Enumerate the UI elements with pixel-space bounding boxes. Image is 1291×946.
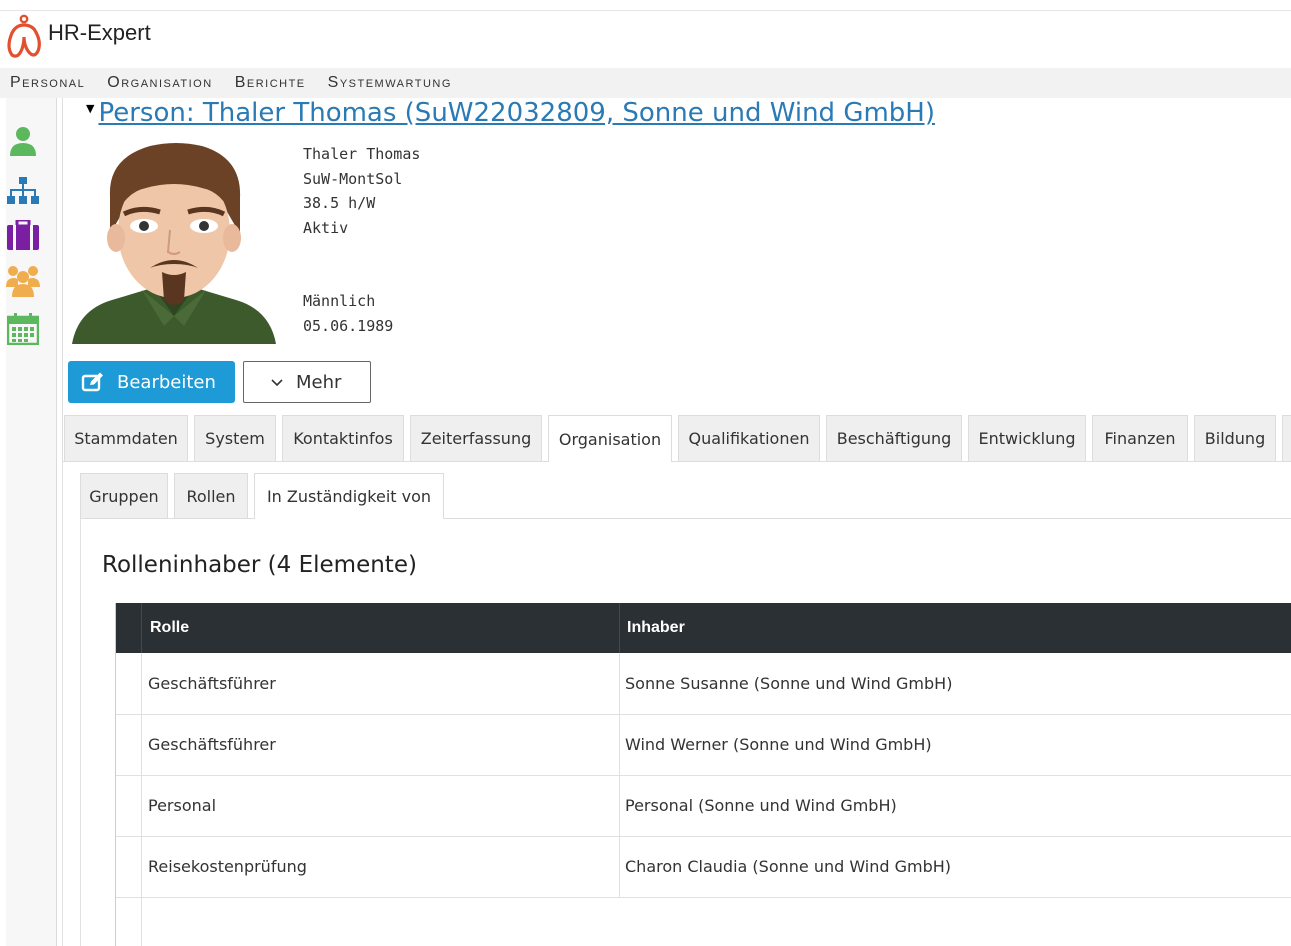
menu-personal[interactable]: Personal — [10, 74, 85, 92]
org-chart-icon[interactable] — [6, 174, 40, 208]
header-separator — [619, 603, 620, 653]
cell-rolle: Reisekostenprüfung — [148, 857, 307, 876]
tab-qualifikationen[interactable]: Qualifikationen — [678, 415, 820, 461]
page-title: ▼ Person: Thaler Thomas (SuW22032809, Son… — [86, 98, 935, 128]
cell-inhaber: Wind Werner (Sonne und Wind GmbH) — [625, 735, 932, 754]
menu-systemwartung[interactable]: Systemwartung — [328, 74, 452, 92]
cell-inhaber: Sonne Susanne (Sonne und Wind GmbH) — [625, 674, 953, 693]
tab-entwicklung[interactable]: Entwicklung — [968, 415, 1086, 461]
person-name: Thaler Thomas — [303, 145, 421, 163]
tab-zeiterfassung[interactable]: Zeiterfassung — [410, 415, 542, 461]
person-gender: Männlich — [303, 292, 376, 310]
tab-beschaeftigung[interactable]: Beschäftigung — [826, 415, 962, 461]
app-name: HR-Expert — [48, 20, 151, 45]
person-title-link[interactable]: Person: Thaler Thomas (SuW22032809, Sonn… — [98, 98, 935, 128]
column-header-inhaber[interactable]: Inhaber — [627, 603, 685, 653]
tab-overflow[interactable] — [1282, 415, 1291, 461]
edit-icon — [81, 372, 103, 392]
menu-berichte[interactable]: Berichte — [235, 74, 306, 92]
collapse-caret-icon[interactable]: ▼ — [86, 102, 94, 115]
subtab-gruppen[interactable]: Gruppen — [80, 473, 168, 518]
top-divider — [0, 10, 1291, 11]
cell-rolle: Geschäftsführer — [148, 735, 276, 754]
main-tabs: Stammdaten System Kontaktinfos Zeiterfas… — [62, 415, 1291, 462]
section-heading: Rolleninhaber (4 Elemente) — [102, 552, 417, 578]
tab-kontaktinfos[interactable]: Kontaktinfos — [282, 415, 404, 461]
table-row[interactable]: Personal Personal (Sonne und Wind GmbH) — [116, 775, 1291, 837]
role-holders-table: Rolle Inhaber Geschäftsführer Sonne Susa… — [115, 603, 1291, 946]
person-info: Thaler Thomas SuW-MontSol 38.5 h/W Aktiv… — [303, 142, 420, 338]
table-row[interactable]: Reisekostenprüfung Charon Claudia (Sonne… — [116, 836, 1291, 898]
tab-finanzen[interactable]: Finanzen — [1092, 415, 1188, 461]
briefcase-icon[interactable] — [6, 218, 40, 252]
person-status: Aktiv — [303, 218, 349, 237]
sidebar — [6, 98, 57, 946]
avatar — [72, 143, 276, 344]
app-brand[interactable]: HR-Expert — [4, 12, 151, 60]
cell-inhaber: Charon Claudia (Sonne und Wind GmbH) — [625, 857, 952, 876]
edit-button[interactable]: Bearbeiten — [68, 361, 235, 403]
table-row[interactable]: Geschäftsführer Wind Werner (Sonne und W… — [116, 714, 1291, 776]
person-birthdate: 05.06.1989 — [303, 316, 394, 335]
person-hours: 38.5 h/W — [303, 194, 376, 212]
edit-button-label: Bearbeiten — [117, 371, 216, 393]
menu-organisation[interactable]: Organisation — [107, 74, 212, 92]
app-logo-icon — [7, 14, 41, 58]
more-button-label: Mehr — [296, 371, 342, 393]
user-icon[interactable] — [6, 124, 40, 158]
tab-organisation[interactable]: Organisation — [548, 415, 672, 462]
header-separator — [141, 603, 142, 653]
tab-stammdaten[interactable]: Stammdaten — [64, 415, 188, 461]
table-header: Rolle Inhaber — [116, 603, 1291, 653]
cell-rolle: Geschäftsführer — [148, 674, 276, 693]
tab-system[interactable]: System — [194, 415, 276, 461]
sub-tabs: Gruppen Rollen In Zuständigkeit von — [80, 473, 1291, 519]
chevron-down-icon — [271, 379, 283, 387]
table-row[interactable]: Geschäftsführer Sonne Susanne (Sonne und… — [116, 653, 1291, 715]
group-icon[interactable] — [6, 264, 40, 298]
cell-rolle: Personal — [148, 796, 217, 815]
subtab-zustaendigkeit[interactable]: In Zuständigkeit von — [254, 473, 444, 519]
column-header-rolle[interactable]: Rolle — [150, 603, 189, 653]
more-button[interactable]: Mehr — [243, 361, 371, 403]
subtab-rollen[interactable]: Rollen — [174, 473, 248, 518]
tab-bildung[interactable]: Bildung — [1194, 415, 1276, 461]
main-menubar: Personal Organisation Berichte Systemwar… — [0, 68, 1291, 98]
calendar-icon[interactable] — [6, 312, 40, 346]
cell-inhaber: Personal (Sonne und Wind GmbH) — [625, 796, 897, 815]
person-unit: SuW-MontSol — [303, 169, 403, 188]
